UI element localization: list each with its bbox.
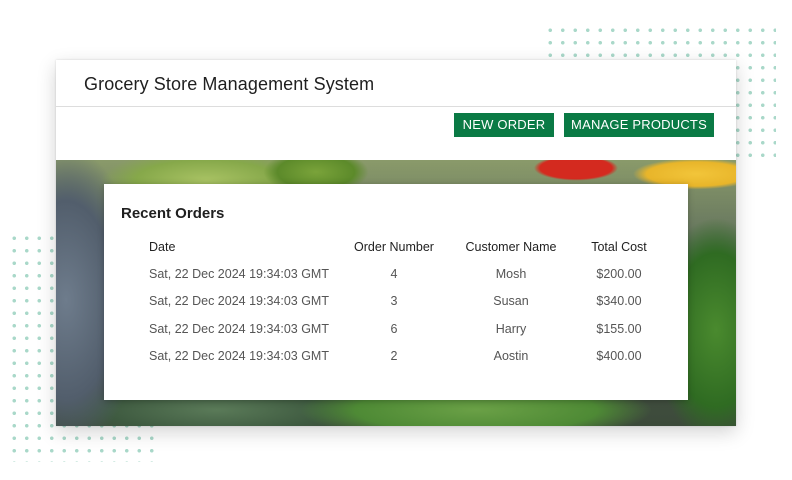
app-window: Grocery Store Management System NEW ORDE… [56, 60, 736, 426]
order-number: 3 [390, 294, 398, 309]
customer-name: Harry [495, 321, 527, 336]
order-number: 2 [390, 349, 398, 364]
order-number: 6 [390, 321, 398, 336]
order-number: 4 [390, 266, 398, 281]
app-title: Grocery Store Management System [84, 74, 375, 94]
new-order-button[interactable]: NEW ORDER [454, 113, 554, 137]
total-cost: $200.00 [596, 266, 642, 281]
customer-name: Mosh [495, 266, 527, 281]
column-header-total-cost: Total Cost [591, 240, 647, 254]
order-date: Sat, 22 Dec 2024 19:34:03 GMT [149, 294, 329, 309]
manage-products-button[interactable]: MANAGE PRODUCTS [564, 113, 714, 137]
order-date: Sat, 22 Dec 2024 19:34:03 GMT [149, 266, 329, 281]
total-cost: $400.00 [596, 349, 642, 364]
table-row: Sat, 22 Dec 2024 19:34:03 GMT 6 Harry $1… [149, 315, 659, 343]
table-row: Sat, 22 Dec 2024 19:34:03 GMT 4 Mosh $20… [149, 260, 659, 288]
app-header: Grocery Store Management System [56, 60, 736, 107]
recent-orders-title: Recent Orders [121, 205, 225, 222]
order-date: Sat, 22 Dec 2024 19:34:03 GMT [149, 321, 329, 336]
column-header-date: Date [149, 240, 176, 254]
total-cost: $340.00 [596, 294, 642, 309]
table-header-row: Date Order Number Customer Name Total Co… [149, 234, 659, 260]
customer-name: Aostin [493, 349, 529, 364]
table-row: Sat, 22 Dec 2024 19:34:03 GMT 2 Aostin $… [149, 343, 659, 371]
toolbar: NEW ORDER MANAGE PRODUCTS [56, 107, 736, 160]
table-row: Sat, 22 Dec 2024 19:34:03 GMT 3 Susan $3… [149, 288, 659, 316]
customer-name: Susan [493, 294, 529, 309]
recent-orders-card: Recent Orders Date Order Number Customer… [104, 184, 688, 400]
orders-table: Date Order Number Customer Name Total Co… [149, 234, 659, 370]
order-date: Sat, 22 Dec 2024 19:34:03 GMT [149, 349, 329, 364]
column-header-order-number: Order Number [354, 240, 434, 254]
column-header-customer-name: Customer Name [465, 240, 557, 254]
total-cost: $155.00 [596, 321, 642, 336]
